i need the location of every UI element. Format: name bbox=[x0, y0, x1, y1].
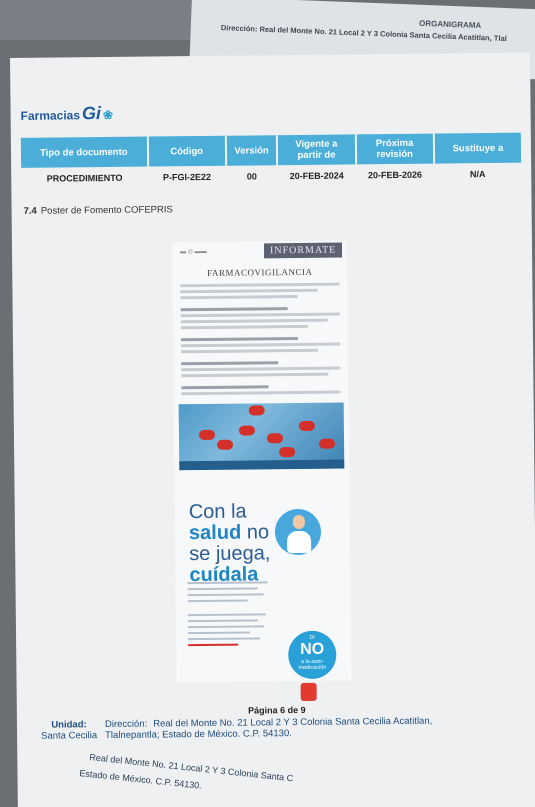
text-line bbox=[181, 385, 269, 390]
pill bbox=[266, 433, 284, 444]
cell-sustituye: N/A bbox=[469, 169, 486, 180]
direccion-block: Dirección: Real del Monte No. 21 Local 2 … bbox=[105, 716, 432, 741]
pill bbox=[279, 447, 296, 458]
badge-no: NO bbox=[300, 640, 325, 658]
slogan: Con la salud no se juega, cuídala bbox=[188, 500, 271, 587]
badge-sub: a la auto-medicación bbox=[298, 658, 327, 672]
text-line bbox=[188, 643, 239, 647]
document-page: Farmacias Gi ❀ Tipo de documento Código Ve… bbox=[10, 52, 535, 807]
col-version: Versión bbox=[225, 135, 278, 166]
pills-photo bbox=[178, 402, 345, 471]
government-logos: ▬ ◎ ▬▬ bbox=[180, 248, 207, 256]
text-line bbox=[181, 372, 329, 378]
text-line bbox=[187, 625, 264, 629]
pill bbox=[217, 439, 234, 450]
text-line bbox=[187, 619, 258, 623]
pills-caption-bar bbox=[179, 459, 345, 471]
slogan-salud: salud bbox=[188, 521, 242, 545]
text-line bbox=[187, 587, 258, 591]
cell-proxima: 20-FEB-2026 bbox=[367, 169, 423, 181]
cell-version: 00 bbox=[246, 171, 257, 182]
cell-vigente: 20-FEB-2024 bbox=[289, 170, 344, 182]
col-vigente: Vigente a partir de bbox=[277, 134, 356, 166]
pill bbox=[248, 405, 265, 416]
text-line bbox=[180, 318, 328, 324]
section-heading: 7.4 Poster de Fomento COFEPRIS bbox=[24, 204, 173, 217]
text-line bbox=[180, 312, 340, 318]
text-line bbox=[180, 307, 288, 312]
section-number: 7.4 bbox=[23, 205, 37, 217]
logo-gi: Gi bbox=[81, 103, 102, 124]
direccion-line2: Tlalnepantla; Estado de México. C.P. 541… bbox=[105, 728, 292, 742]
text-line bbox=[180, 337, 298, 342]
text-line bbox=[180, 288, 318, 294]
text-line bbox=[187, 599, 248, 603]
section-title: Poster de Fomento COFEPRIS bbox=[40, 204, 173, 217]
poster-title: FARMACOVIGILANCIA bbox=[207, 266, 313, 278]
slogan-no: no bbox=[246, 521, 270, 544]
cofepris-poster: ▬ ◎ ▬▬ INFORMATE FARMACOVIGILANCIA Con l… bbox=[171, 240, 352, 701]
informate-badge: INFORMATE bbox=[263, 242, 343, 259]
cell-tipo: PROCEDIMIENTO bbox=[46, 172, 123, 184]
col-proxima: Próxima revisión bbox=[355, 133, 434, 165]
unidad-value: Santa Cecilia bbox=[41, 730, 98, 742]
doctor-illustration bbox=[274, 508, 322, 556]
pill bbox=[319, 438, 336, 449]
slogan-line1: Con la bbox=[188, 500, 247, 524]
text-line bbox=[187, 593, 264, 597]
pill bbox=[198, 429, 216, 441]
pill bbox=[298, 420, 315, 431]
medicine-bottle-icon bbox=[300, 682, 317, 701]
text-line bbox=[180, 324, 308, 330]
document-control-table: Tipo de documento Código Versión Vigente… bbox=[20, 132, 522, 190]
pill bbox=[238, 425, 255, 436]
table-row: PROCEDIMIENTO P-FGI-2E22 00 20-FEB-2024 … bbox=[21, 163, 521, 190]
unidad-block: Unidad: Santa Cecilia bbox=[41, 719, 98, 742]
slogan-line2: salud no bbox=[188, 521, 270, 545]
doctor-coat bbox=[286, 530, 312, 554]
no-automedicacion-badge: Di NO a la auto-medicación bbox=[288, 630, 337, 680]
logo-flower-icon: ❀ bbox=[102, 107, 114, 123]
photo-frame: ORGANIGRAMA Dirección: Real del Monte No… bbox=[0, 0, 535, 807]
col-sustituye: Sustituye a bbox=[433, 132, 522, 164]
col-codigo: Código bbox=[147, 135, 226, 167]
text-line bbox=[181, 342, 341, 348]
text-line bbox=[188, 637, 261, 641]
text-line bbox=[180, 295, 298, 300]
text-line bbox=[187, 613, 266, 617]
col-tipo: Tipo de documento bbox=[20, 136, 148, 168]
text-line bbox=[181, 361, 279, 366]
text-line bbox=[181, 366, 341, 372]
text-line bbox=[188, 631, 251, 635]
unidad-label: Unidad: bbox=[51, 719, 87, 731]
farmacias-gi-logo: Farmacias Gi ❀ bbox=[20, 103, 114, 125]
text-line bbox=[181, 390, 341, 396]
logo-brand: Farmacias bbox=[20, 108, 81, 123]
text-line bbox=[180, 282, 340, 288]
cell-codigo: P-FGI-2E22 bbox=[162, 171, 212, 183]
slogan-line3: se juega, bbox=[189, 542, 271, 566]
doctor-head bbox=[292, 514, 305, 530]
direccion-label: Dirección: bbox=[104, 718, 148, 731]
background-surface bbox=[0, 0, 200, 40]
organigrama-heading: ORGANIGRAMA bbox=[418, 18, 482, 31]
text-line bbox=[181, 348, 319, 354]
page-number: Página 6 de 9 bbox=[248, 704, 306, 716]
